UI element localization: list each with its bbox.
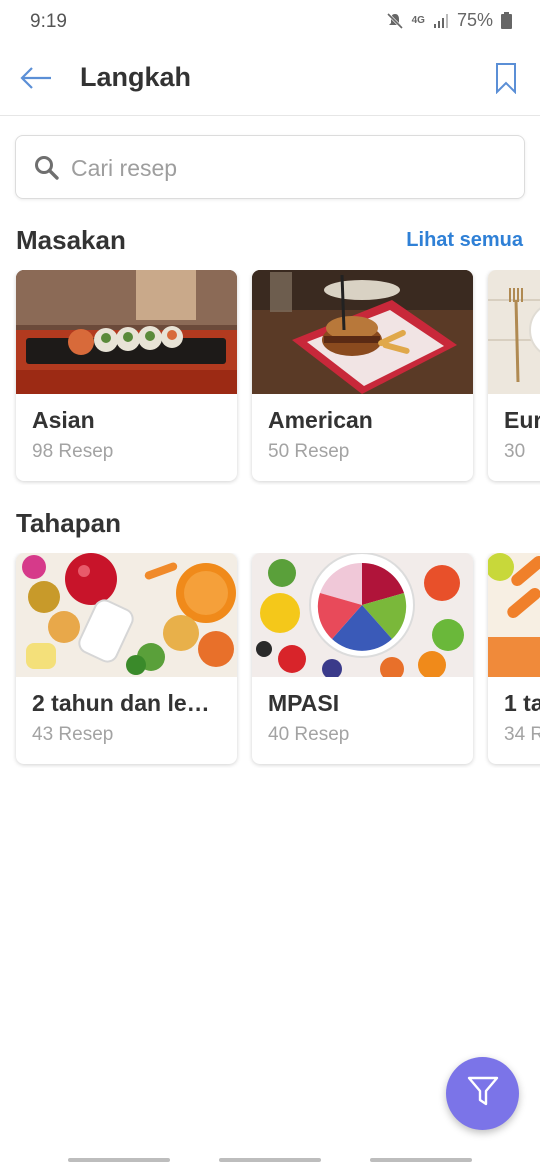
stage-card-mpasi[interactable]: MPASI 40 Resep	[252, 553, 473, 764]
card-title: Asian	[32, 407, 95, 433]
app-bar: Langkah	[0, 44, 540, 116]
stage-card-2-tahun[interactable]: 2 tahun dan le… 43 Resep	[16, 553, 237, 764]
search-box[interactable]	[15, 135, 525, 199]
card-image	[252, 553, 473, 677]
mute-icon	[386, 12, 404, 30]
card-title: American	[268, 407, 373, 433]
bookmark-button[interactable]	[490, 60, 522, 100]
card-image	[488, 270, 540, 394]
card-count: 43 Resep	[32, 724, 114, 745]
back-button[interactable]	[14, 62, 58, 98]
signal-icon	[433, 13, 449, 29]
card-count: 34 R	[504, 724, 540, 745]
status-time: 9:19	[30, 11, 67, 32]
card-image	[16, 553, 237, 677]
see-all-link[interactable]: Lihat semua	[406, 229, 523, 252]
battery-label: 75%	[456, 10, 493, 30]
status-icons: 4G 75%	[386, 10, 512, 31]
category-card-american[interactable]: American 50 Resep	[252, 270, 473, 481]
card-image	[488, 553, 540, 677]
section-title-masakan: Masakan	[16, 225, 126, 255]
status-bar: 9:19 4G 75%	[0, 0, 540, 44]
category-card-european[interactable]: Eur 30	[488, 270, 540, 481]
network-label: 4G	[411, 14, 425, 26]
filter-button[interactable]	[446, 1057, 519, 1130]
filter-icon	[466, 1074, 500, 1113]
card-image	[252, 270, 473, 394]
card-title: 1 ta	[504, 690, 540, 716]
card-count: 50 Resep	[268, 441, 350, 462]
card-title: MPASI	[268, 690, 340, 716]
card-count: 40 Resep	[268, 724, 350, 745]
bookmark-icon	[495, 62, 517, 99]
masakan-card-row: Asian 98 Resep American 50 Resep Eur 30	[0, 270, 540, 485]
search-icon	[34, 155, 60, 186]
category-card-asian[interactable]: Asian 98 Resep	[16, 270, 237, 481]
search-input[interactable]	[71, 148, 491, 188]
card-title: 2 tahun dan le…	[32, 690, 210, 716]
card-image	[16, 270, 237, 394]
card-title: Eur	[504, 407, 540, 433]
nav-back-bar[interactable]	[370, 1158, 472, 1162]
nav-recents-bar[interactable]	[68, 1158, 170, 1162]
nav-home-bar[interactable]	[219, 1158, 321, 1162]
stage-card-1-tahun[interactable]: 1 ta 34 R	[488, 553, 540, 764]
page-title: Langkah	[80, 62, 192, 92]
tahapan-card-row: 2 tahun dan le… 43 Resep MPASI 40 Resep …	[0, 553, 540, 768]
section-title-tahapan: Tahapan	[16, 508, 121, 538]
card-count: 30	[504, 441, 526, 462]
card-count: 98 Resep	[32, 441, 114, 462]
battery-icon	[501, 12, 512, 29]
arrow-left-icon	[19, 66, 53, 95]
